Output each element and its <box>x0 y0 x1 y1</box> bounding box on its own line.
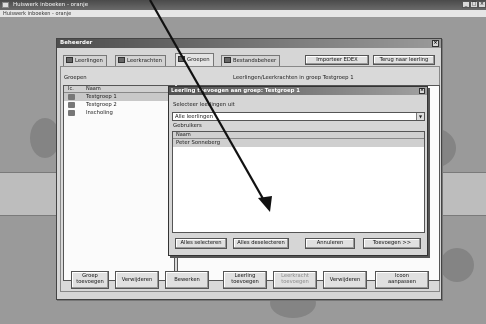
tab-groepen[interactable]: Groepen <box>175 53 214 66</box>
remove-group-button[interactable]: Verwijderen <box>115 271 159 289</box>
tab-leerkrachten[interactable]: Leerkrachten <box>115 55 167 66</box>
admin-dialog-title: Beheerder <box>60 40 93 46</box>
users-label: Gebruikers <box>173 123 202 129</box>
app-icon <box>2 2 9 8</box>
app-subtitle: Huiswerk inboeken - oranje <box>0 10 486 18</box>
maximize-button[interactable]: □ <box>470 1 478 8</box>
app-title-bar: Huiswerk inboeken - oranje _ □ × <box>0 0 486 10</box>
add-student-dialog-title-bar: Leerling toevoegen aan groep: Testgroep … <box>169 87 427 95</box>
add-student-dialog-close-button[interactable]: × <box>419 88 425 94</box>
groups-list-header: Ic. Naam <box>64 86 174 93</box>
import-edex-button[interactable]: Importeer EDEX <box>305 55 369 65</box>
close-button[interactable]: × <box>478 1 486 8</box>
list-item[interactable]: Testgroep 1 <box>64 93 174 101</box>
list-item[interactable]: Peter Sonneberg <box>173 139 424 147</box>
filemanager-icon <box>224 57 231 63</box>
adjust-icon-button[interactable]: Icoon aanpassen <box>375 271 429 289</box>
add-student-dialog: Leerling toevoegen aan groep: Testgroep … <box>168 86 428 256</box>
cancel-button[interactable]: Annuleren <box>305 238 355 249</box>
chevron-down-icon[interactable]: ▼ <box>416 113 424 120</box>
student-filter-select[interactable]: Alle leerlingen ▼ <box>172 112 425 121</box>
groups-icon <box>178 56 185 62</box>
deselect-all-button[interactable]: Alles deselecteren <box>233 238 289 249</box>
remove-member-button[interactable]: Verwijderen <box>323 271 367 289</box>
select-label: Selecteer leerlingen uit <box>173 102 235 108</box>
group-icon <box>68 102 75 108</box>
select-all-button[interactable]: Alles selecteren <box>175 238 227 249</box>
minimize-button[interactable]: _ <box>462 1 470 8</box>
back-to-student-button[interactable]: Terug naar leerling <box>373 55 435 65</box>
student-filter-value: Alle leerlingen <box>175 114 213 120</box>
add-group-button[interactable]: Groep toevoegen <box>71 271 109 289</box>
app-title: Huiswerk inboeken - oranje <box>13 2 89 8</box>
add-student-button[interactable]: Leerling toevoegen <box>223 271 267 289</box>
members-label: Leerlingen/Leerkrachten in groep Testgro… <box>233 75 354 81</box>
users-list[interactable]: Naam Peter Sonneberg <box>172 131 425 233</box>
admin-dialog-title-bar: Beheerder × <box>57 39 441 48</box>
students-icon <box>66 57 73 63</box>
column-name[interactable]: Naam <box>173 132 424 139</box>
admin-dialog-close-button[interactable]: × <box>432 40 439 47</box>
groups-list[interactable]: Ic. Naam Testgroep 1 Testgroep 2 Inschol… <box>63 85 175 281</box>
tab-leerlingen[interactable]: Leerlingen <box>63 55 107 66</box>
list-item[interactable]: Testgroep 2 <box>64 101 174 109</box>
add-student-dialog-title: Leerling toevoegen aan groep: Testgroep … <box>171 88 300 94</box>
edit-group-button[interactable]: Bewerken <box>165 271 209 289</box>
add-button[interactable]: Toevoegen >> <box>363 238 421 249</box>
group-icon <box>68 94 75 100</box>
column-name[interactable]: Naam <box>86 86 101 93</box>
add-teacher-button[interactable]: Leerkracht toevoegen <box>273 271 317 289</box>
groups-label: Groepen <box>64 75 87 81</box>
column-icon[interactable]: Ic. <box>68 86 74 93</box>
tab-bestandsbeheer[interactable]: Bestandsbeheer <box>221 55 281 66</box>
list-item[interactable]: Inscholing <box>64 109 174 117</box>
group-icon <box>68 110 75 116</box>
teachers-icon <box>118 57 125 63</box>
